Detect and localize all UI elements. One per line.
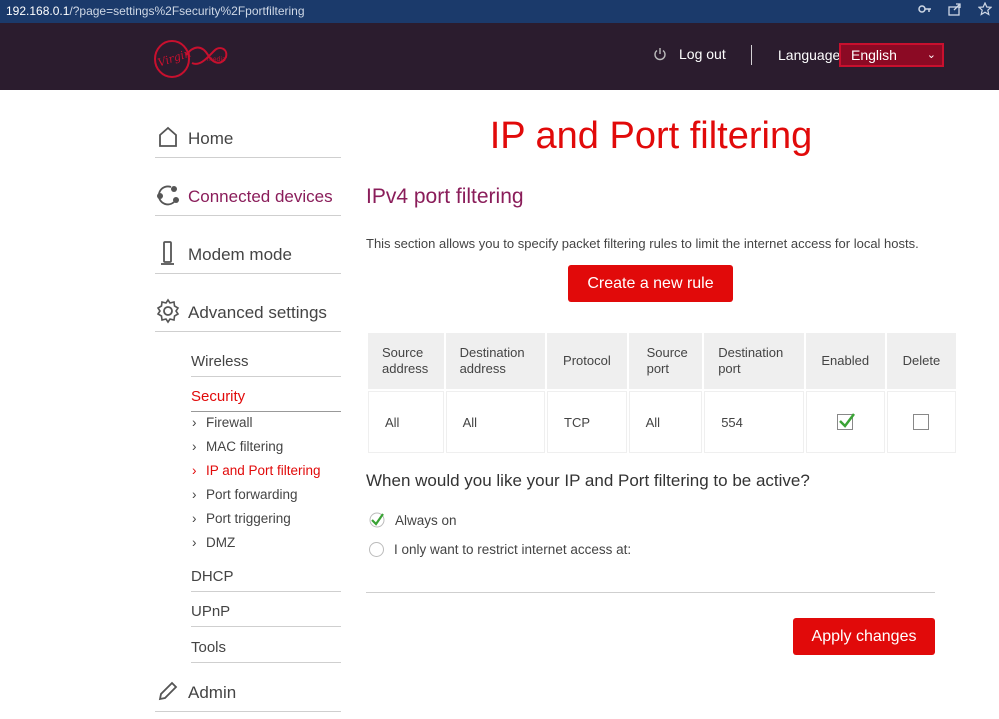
language-label: Language — [778, 47, 841, 63]
cell-enabled — [805, 391, 885, 453]
col-protocol: Protocol — [547, 333, 627, 389]
col-destination-port: Destination port — [704, 333, 804, 389]
url-text[interactable]: 192.168.0.1/?page=settings%2Fsecurity%2F… — [6, 0, 305, 23]
header-divider — [751, 45, 752, 65]
sidebar-leaf-label: Firewall — [206, 415, 253, 430]
option-always-on[interactable]: Always on — [369, 512, 457, 528]
create-rule-button[interactable]: Create a new rule — [568, 265, 733, 302]
col-label: Delete — [902, 353, 941, 368]
option-restrict-times[interactable]: I only want to restrict internet access … — [369, 542, 631, 557]
sidebar-item-upnp[interactable]: UPnP — [191, 603, 341, 627]
sidebar-item-dmz[interactable]: › DMZ — [192, 535, 235, 550]
col-enabled: Enabled — [805, 333, 885, 389]
browser-address-bar[interactable]: 192.168.0.1/?page=settings%2Fsecurity%2F… — [0, 0, 999, 23]
section-divider — [366, 592, 935, 593]
key-icon[interactable] — [917, 0, 933, 23]
url-host: 192.168.0.1 — [6, 4, 70, 18]
sidebar-leaf-label: Port forwarding — [206, 487, 298, 502]
language-select[interactable]: English ⌄ — [839, 43, 944, 67]
section-title: IPv4 port filtering — [366, 185, 524, 208]
sidebar-item-label: Modem mode — [188, 245, 292, 264]
sidebar-item-connected-devices[interactable]: Connected devices — [155, 168, 341, 216]
chevron-right-icon: › — [192, 415, 197, 430]
sidebar-item-firewall[interactable]: › Firewall — [192, 415, 253, 430]
logout-label: Log out — [679, 46, 726, 62]
checkmark-icon — [369, 512, 385, 528]
col-delete: Delete — [886, 333, 956, 389]
col-label: Destination port — [718, 345, 784, 376]
sidebar-item-label: Connected devices — [188, 187, 333, 206]
sidebar-item-ip-port-filtering[interactable]: › IP and Port filtering — [192, 463, 321, 478]
schedule-question: When would you like your IP and Port fil… — [366, 471, 810, 490]
virgin-media-logo[interactable]: Virgin media — [150, 31, 230, 83]
checkmark-icon — [839, 413, 856, 429]
gear-icon — [156, 298, 180, 324]
cell-destination-address: All — [445, 391, 546, 453]
apply-changes-button[interactable]: Apply changes — [793, 618, 935, 655]
share-icon[interactable] — [947, 0, 963, 23]
chevron-right-icon: › — [192, 511, 197, 526]
cell-destination-port: 554 — [704, 391, 804, 453]
top-header: Virgin media Log out Language English ⌄ — [0, 23, 999, 90]
col-label: Enabled — [821, 353, 870, 368]
chevron-right-icon: › — [192, 535, 197, 550]
col-label: Source port — [646, 345, 688, 376]
sidebar-leaf-label: DMZ — [206, 535, 236, 550]
url-path: /?page=settings%2Fsecurity%2Fportfilteri… — [69, 4, 305, 18]
chevron-right-icon: › — [192, 487, 197, 502]
table-header-row: Source address Destination address Proto… — [368, 333, 956, 389]
chevron-right-icon: › — [192, 439, 197, 454]
delete-checkbox[interactable] — [913, 414, 930, 431]
sidebar-item-port-triggering[interactable]: › Port triggering — [192, 511, 291, 526]
sidebar-item-mac-filtering[interactable]: › MAC filtering — [192, 439, 283, 454]
modem-icon — [161, 241, 174, 265]
cell-source-address: All — [368, 391, 444, 453]
col-source-address: Source address — [368, 333, 444, 389]
sidebar-item-modem-mode[interactable]: Modem mode — [155, 226, 341, 274]
sidebar-item-security[interactable]: Security — [191, 388, 341, 412]
sidebar-item-tools[interactable]: Tools — [191, 639, 341, 663]
cell-source-port: All — [628, 391, 703, 453]
table-row: All All TCP All 554 — [368, 391, 956, 453]
sidebar-item-label: Admin — [188, 683, 237, 702]
pencil-icon — [158, 681, 178, 701]
cell-protocol: TCP — [547, 391, 627, 453]
sidebar-leaf-label: IP and Port filtering — [206, 463, 321, 478]
sidebar-leaf-label: Port triggering — [206, 511, 291, 526]
sidebar-item-wireless[interactable]: Wireless — [191, 353, 341, 377]
sidebar-item-port-forwarding[interactable]: › Port forwarding — [192, 487, 298, 502]
radio-button[interactable] — [369, 542, 384, 557]
sidebar-item-admin[interactable]: Admin — [155, 664, 341, 712]
power-icon — [654, 48, 666, 61]
col-label: Protocol — [563, 353, 611, 368]
page-title: IP and Port filtering — [489, 115, 813, 157]
chevron-right-icon: › — [192, 463, 197, 478]
star-icon[interactable] — [977, 0, 993, 23]
option-label: I only want to restrict internet access … — [394, 542, 632, 557]
col-destination-address: Destination address — [445, 333, 546, 389]
sidebar-item-home[interactable]: Home — [155, 110, 341, 158]
col-label: Destination address — [459, 345, 525, 376]
col-source-port: Source port — [628, 333, 703, 389]
sidebar-item-advanced-settings[interactable]: Advanced settings — [155, 284, 341, 332]
sidebar-item-label: Advanced settings — [188, 303, 327, 322]
col-label: Source address — [382, 345, 429, 376]
rules-table: Source address Destination address Proto… — [366, 331, 958, 455]
logo-subtext: media — [207, 56, 226, 63]
enabled-checkbox[interactable] — [837, 413, 856, 431]
language-value: English — [851, 47, 897, 63]
devices-icon — [157, 185, 179, 206]
cell-delete — [886, 391, 956, 453]
sidebar-leaf-label: MAC filtering — [206, 439, 284, 454]
sidebar-item-dhcp[interactable]: DHCP — [191, 568, 341, 592]
chevron-down-icon: ⌄ — [926, 49, 936, 61]
browser-actions — [917, 0, 993, 23]
option-label: Always on — [395, 512, 457, 528]
sidebar-item-label: Home — [188, 129, 234, 148]
logout-button[interactable]: Log out — [653, 46, 726, 62]
section-description: This section allows you to specify packe… — [366, 236, 919, 251]
home-icon — [159, 126, 177, 147]
